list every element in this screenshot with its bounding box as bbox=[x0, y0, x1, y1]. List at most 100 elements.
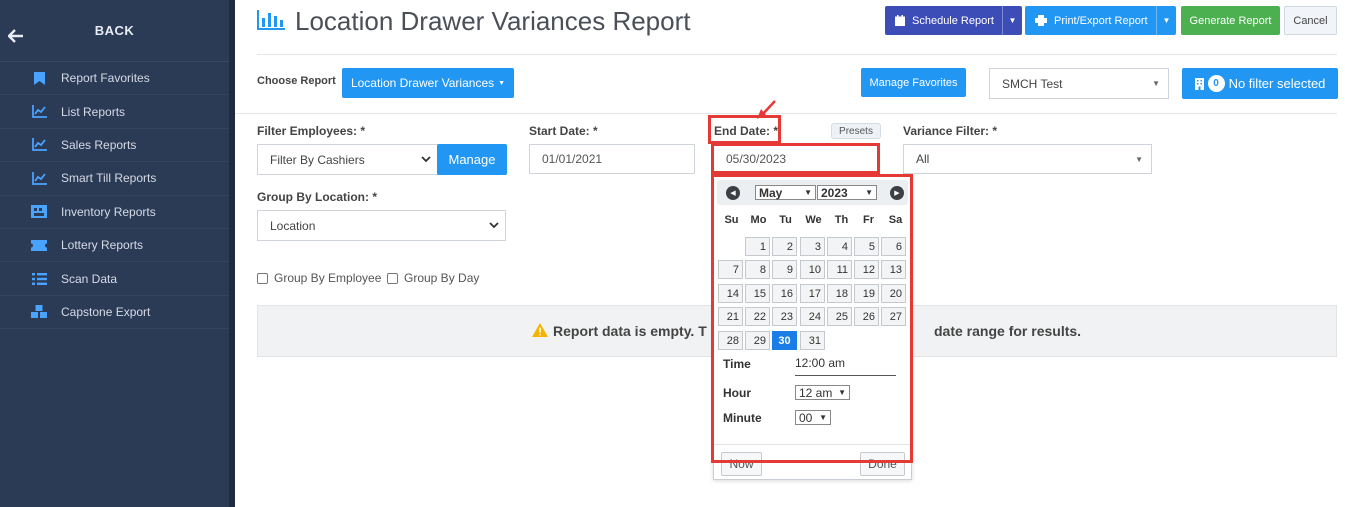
day-cell[interactable]: 31 bbox=[800, 331, 825, 350]
weekday-header: Sa bbox=[888, 214, 903, 226]
year-select[interactable]: 2023 ▼ bbox=[817, 185, 877, 200]
weekday-header: Su bbox=[724, 214, 739, 226]
day-cell[interactable]: 6 bbox=[881, 237, 906, 256]
day-cell[interactable]: 14 bbox=[718, 284, 743, 303]
day-cell[interactable]: 4 bbox=[827, 237, 852, 256]
filter-button[interactable]: 0 No filter selected bbox=[1182, 68, 1338, 99]
sidebar-item-label: Smart Till Reports bbox=[61, 171, 157, 186]
day-cell[interactable]: 12 bbox=[854, 260, 879, 279]
filter-label: No filter selected bbox=[1228, 76, 1326, 91]
day-cell[interactable]: 24 bbox=[800, 307, 825, 326]
schedule-report-button[interactable]: Schedule Report ▼ bbox=[885, 6, 1022, 35]
group-by-location-value: Location bbox=[270, 218, 316, 233]
day-cell[interactable]: 13 bbox=[881, 260, 906, 279]
group-by-employee-checkbox[interactable]: Group By Employee bbox=[257, 271, 381, 285]
manage-favorites-button[interactable]: Manage Favorites bbox=[861, 68, 966, 97]
checkbox-box[interactable] bbox=[387, 272, 398, 284]
store-value: SMCH Test bbox=[1002, 76, 1063, 91]
time-label: Time bbox=[723, 357, 751, 371]
day-cell[interactable]: 29 bbox=[745, 331, 770, 350]
now-button[interactable]: Now bbox=[721, 452, 762, 476]
day-cell[interactable]: 25 bbox=[827, 307, 852, 326]
divider bbox=[235, 113, 1337, 114]
end-date-input[interactable]: 05/30/2023 bbox=[713, 144, 879, 174]
day-cell[interactable]: 30 bbox=[772, 331, 797, 350]
start-date-input[interactable]: 01/01/2021 bbox=[529, 144, 695, 174]
filter-employees-select[interactable]: Filter By Cashiers bbox=[257, 144, 438, 175]
date-picker: ◀ May ▼ 2023 ▼ ▶ Su Mo Tu We Th Fr Sa 12… bbox=[713, 175, 912, 480]
day-cell[interactable]: 9 bbox=[772, 260, 797, 279]
day-cell[interactable]: 17 bbox=[800, 284, 825, 303]
day-cell[interactable]: 2 bbox=[772, 237, 797, 256]
caret-down-icon: ▼ bbox=[804, 188, 812, 197]
sidebar-item-list-reports[interactable]: List Reports bbox=[0, 95, 229, 129]
day-cell[interactable]: 5 bbox=[854, 237, 879, 256]
day-cell[interactable]: 3 bbox=[800, 237, 825, 256]
back-label: BACK bbox=[94, 23, 135, 38]
group-by-day-checkbox[interactable]: Group By Day bbox=[387, 271, 479, 285]
bar-chart-icon bbox=[257, 10, 285, 33]
sidebar-item-scan-data[interactable]: Scan Data bbox=[0, 262, 229, 296]
filter-employees-label: Filter Employees: * bbox=[257, 124, 366, 138]
start-date-label: Start Date: * bbox=[529, 124, 598, 138]
sidebar-item-report-favorites[interactable]: Report Favorites bbox=[0, 62, 229, 96]
day-cell[interactable]: 27 bbox=[881, 307, 906, 326]
day-cell[interactable]: 19 bbox=[854, 284, 879, 303]
day-cell[interactable]: 15 bbox=[745, 284, 770, 303]
sidebar-item-label: Sales Reports bbox=[61, 137, 137, 152]
time-input[interactable]: 12:00 am bbox=[795, 356, 896, 376]
done-button[interactable]: Done bbox=[860, 452, 905, 476]
presets-button[interactable]: Presets bbox=[831, 123, 881, 139]
variance-filter-select[interactable]: All ▼ bbox=[903, 144, 1152, 174]
day-cell[interactable]: 7 bbox=[718, 260, 743, 279]
day-cell[interactable]: 21 bbox=[718, 307, 743, 326]
sidebar-item-label: Inventory Reports bbox=[61, 204, 156, 219]
group-by-employee-label: Group By Employee bbox=[274, 271, 382, 285]
cancel-button[interactable]: Cancel bbox=[1284, 6, 1337, 35]
caret-down-icon: ▼ bbox=[819, 413, 827, 422]
printer-icon bbox=[1035, 15, 1047, 26]
checkbox-box[interactable] bbox=[257, 272, 268, 284]
day-cell[interactable]: 18 bbox=[827, 284, 852, 303]
choose-report-value: Location Drawer Variances bbox=[350, 76, 495, 90]
sidebar-item-label: Report Favorites bbox=[61, 71, 150, 86]
weekday-header: Fr bbox=[863, 214, 874, 226]
chevron-down-icon[interactable]: ▼ bbox=[1002, 6, 1022, 35]
day-cell[interactable]: 8 bbox=[745, 260, 770, 279]
prev-month-icon[interactable]: ◀ bbox=[726, 186, 740, 200]
annotation-arrow-icon bbox=[757, 100, 776, 119]
print-export-button[interactable]: Print/Export Report ▼ bbox=[1025, 6, 1176, 35]
manage-button[interactable]: Manage bbox=[437, 144, 507, 175]
next-month-icon[interactable]: ▶ bbox=[890, 186, 904, 200]
day-cell[interactable]: 10 bbox=[800, 260, 825, 279]
day-cell[interactable]: 22 bbox=[745, 307, 770, 326]
sidebar-item-label: Scan Data bbox=[61, 271, 118, 286]
hour-select[interactable]: 12 am ▼ bbox=[795, 385, 850, 400]
sidebar-item-lottery-reports[interactable]: Lottery Reports bbox=[0, 229, 229, 263]
sidebar-item-sales-reports[interactable]: Sales Reports bbox=[0, 129, 229, 163]
day-cell[interactable]: 11 bbox=[827, 260, 852, 279]
day-cell[interactable]: 23 bbox=[772, 307, 797, 326]
generate-report-button[interactable]: Generate Report bbox=[1181, 6, 1280, 35]
back-button[interactable]: BACK bbox=[0, 0, 229, 62]
day-cell[interactable]: 1 bbox=[745, 237, 770, 256]
day-cell[interactable]: 28 bbox=[718, 331, 743, 350]
weekday-header: We bbox=[805, 214, 822, 226]
sidebar-item-smart-till-reports[interactable]: Smart Till Reports bbox=[0, 162, 229, 196]
chevron-down-icon bbox=[421, 156, 431, 163]
store-select[interactable]: SMCH Test ▼ bbox=[989, 68, 1169, 99]
minute-select[interactable]: 00 ▼ bbox=[795, 410, 831, 425]
line-chart-icon bbox=[30, 138, 48, 152]
group-by-location-select[interactable]: Location bbox=[257, 210, 506, 241]
sidebar-item-inventory-reports[interactable]: Inventory Reports bbox=[0, 196, 229, 229]
day-cell[interactable]: 26 bbox=[854, 307, 879, 326]
sidebar-item-label: Lottery Reports bbox=[61, 238, 144, 253]
chevron-down-icon[interactable]: ▼ bbox=[1156, 6, 1176, 35]
choose-report-dropdown[interactable]: Location Drawer Variances ▼ bbox=[342, 68, 514, 98]
end-date-label: End Date: * bbox=[714, 124, 779, 138]
month-select[interactable]: May ▼ bbox=[755, 185, 816, 200]
day-cell[interactable]: 16 bbox=[772, 284, 797, 303]
sidebar-item-capstone-export[interactable]: Capstone Export bbox=[0, 296, 229, 330]
print-export-label: Print/Export Report bbox=[1054, 14, 1148, 27]
day-cell[interactable]: 20 bbox=[881, 284, 906, 303]
